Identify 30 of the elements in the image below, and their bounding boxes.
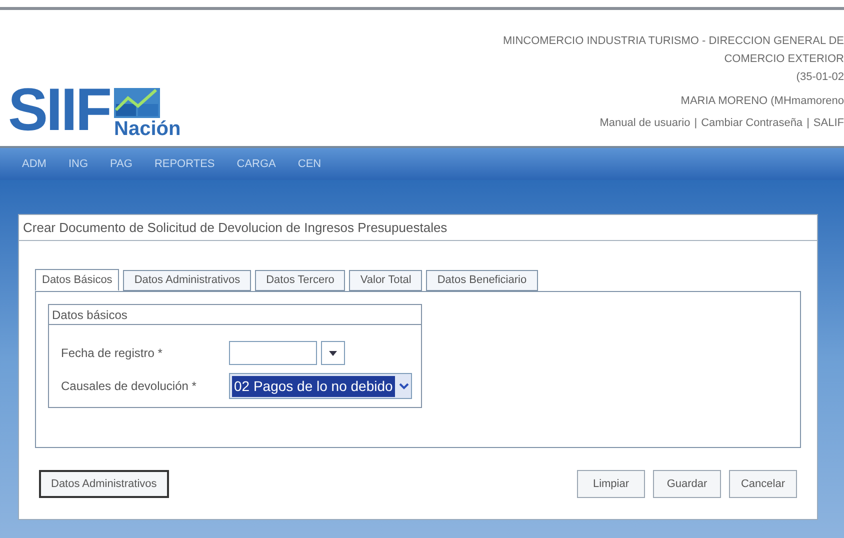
separator-text: | [694,116,698,131]
caret-icon [398,382,409,390]
entity-text: COMERCIO EXTERIOR [724,52,844,67]
action-button[interactable]: Limpiar [577,470,645,498]
action-button[interactable]: Guardar [653,470,721,498]
panel-title: Crear Documento de Solicitud de Devolucion de Ingresos Presupuestales [23,218,448,237]
dropdown-button[interactable] [321,341,345,365]
entity-text: MINCOMERCIO INDUSTRIA TURISMO - DIRECCION GENERAL DE [502,34,844,49]
header-link[interactable]: SALIF [813,114,844,132]
logo: SIIF Nación [8,80,181,140]
header-link[interactable]: Cambiar Contraseña [701,114,803,132]
select-field[interactable]: 02 Pagos de lo no debido [229,373,412,399]
date-field[interactable] [229,341,317,365]
tab[interactable]: Datos Administrativos [123,270,252,291]
field-label: Causales de devolución * [61,378,198,395]
header-link[interactable]: Manual de usuario [600,114,690,132]
tab[interactable]: Datos Básicos [35,269,120,291]
field-label: Fecha de registro * [61,345,164,362]
entity-text: (35-01-02 [796,70,844,85]
tab[interactable]: Datos Tercero [255,270,346,291]
chart-logo-icon [114,88,160,118]
separator-text: | [806,116,810,131]
tab[interactable]: Valor Total [349,270,422,291]
fieldset-legend: Datos básicos [52,306,128,324]
action-button[interactable]: Cancelar [729,470,797,498]
tab-nav-button[interactable]: Datos Administrativos [39,470,169,498]
select-value: 02 Pagos de lo no debido [232,376,395,396]
tab[interactable]: Datos Beneficiario [426,270,538,291]
caret-icon [329,350,337,356]
user-name: MARIA MORENO (MHmamoreno [680,94,844,109]
